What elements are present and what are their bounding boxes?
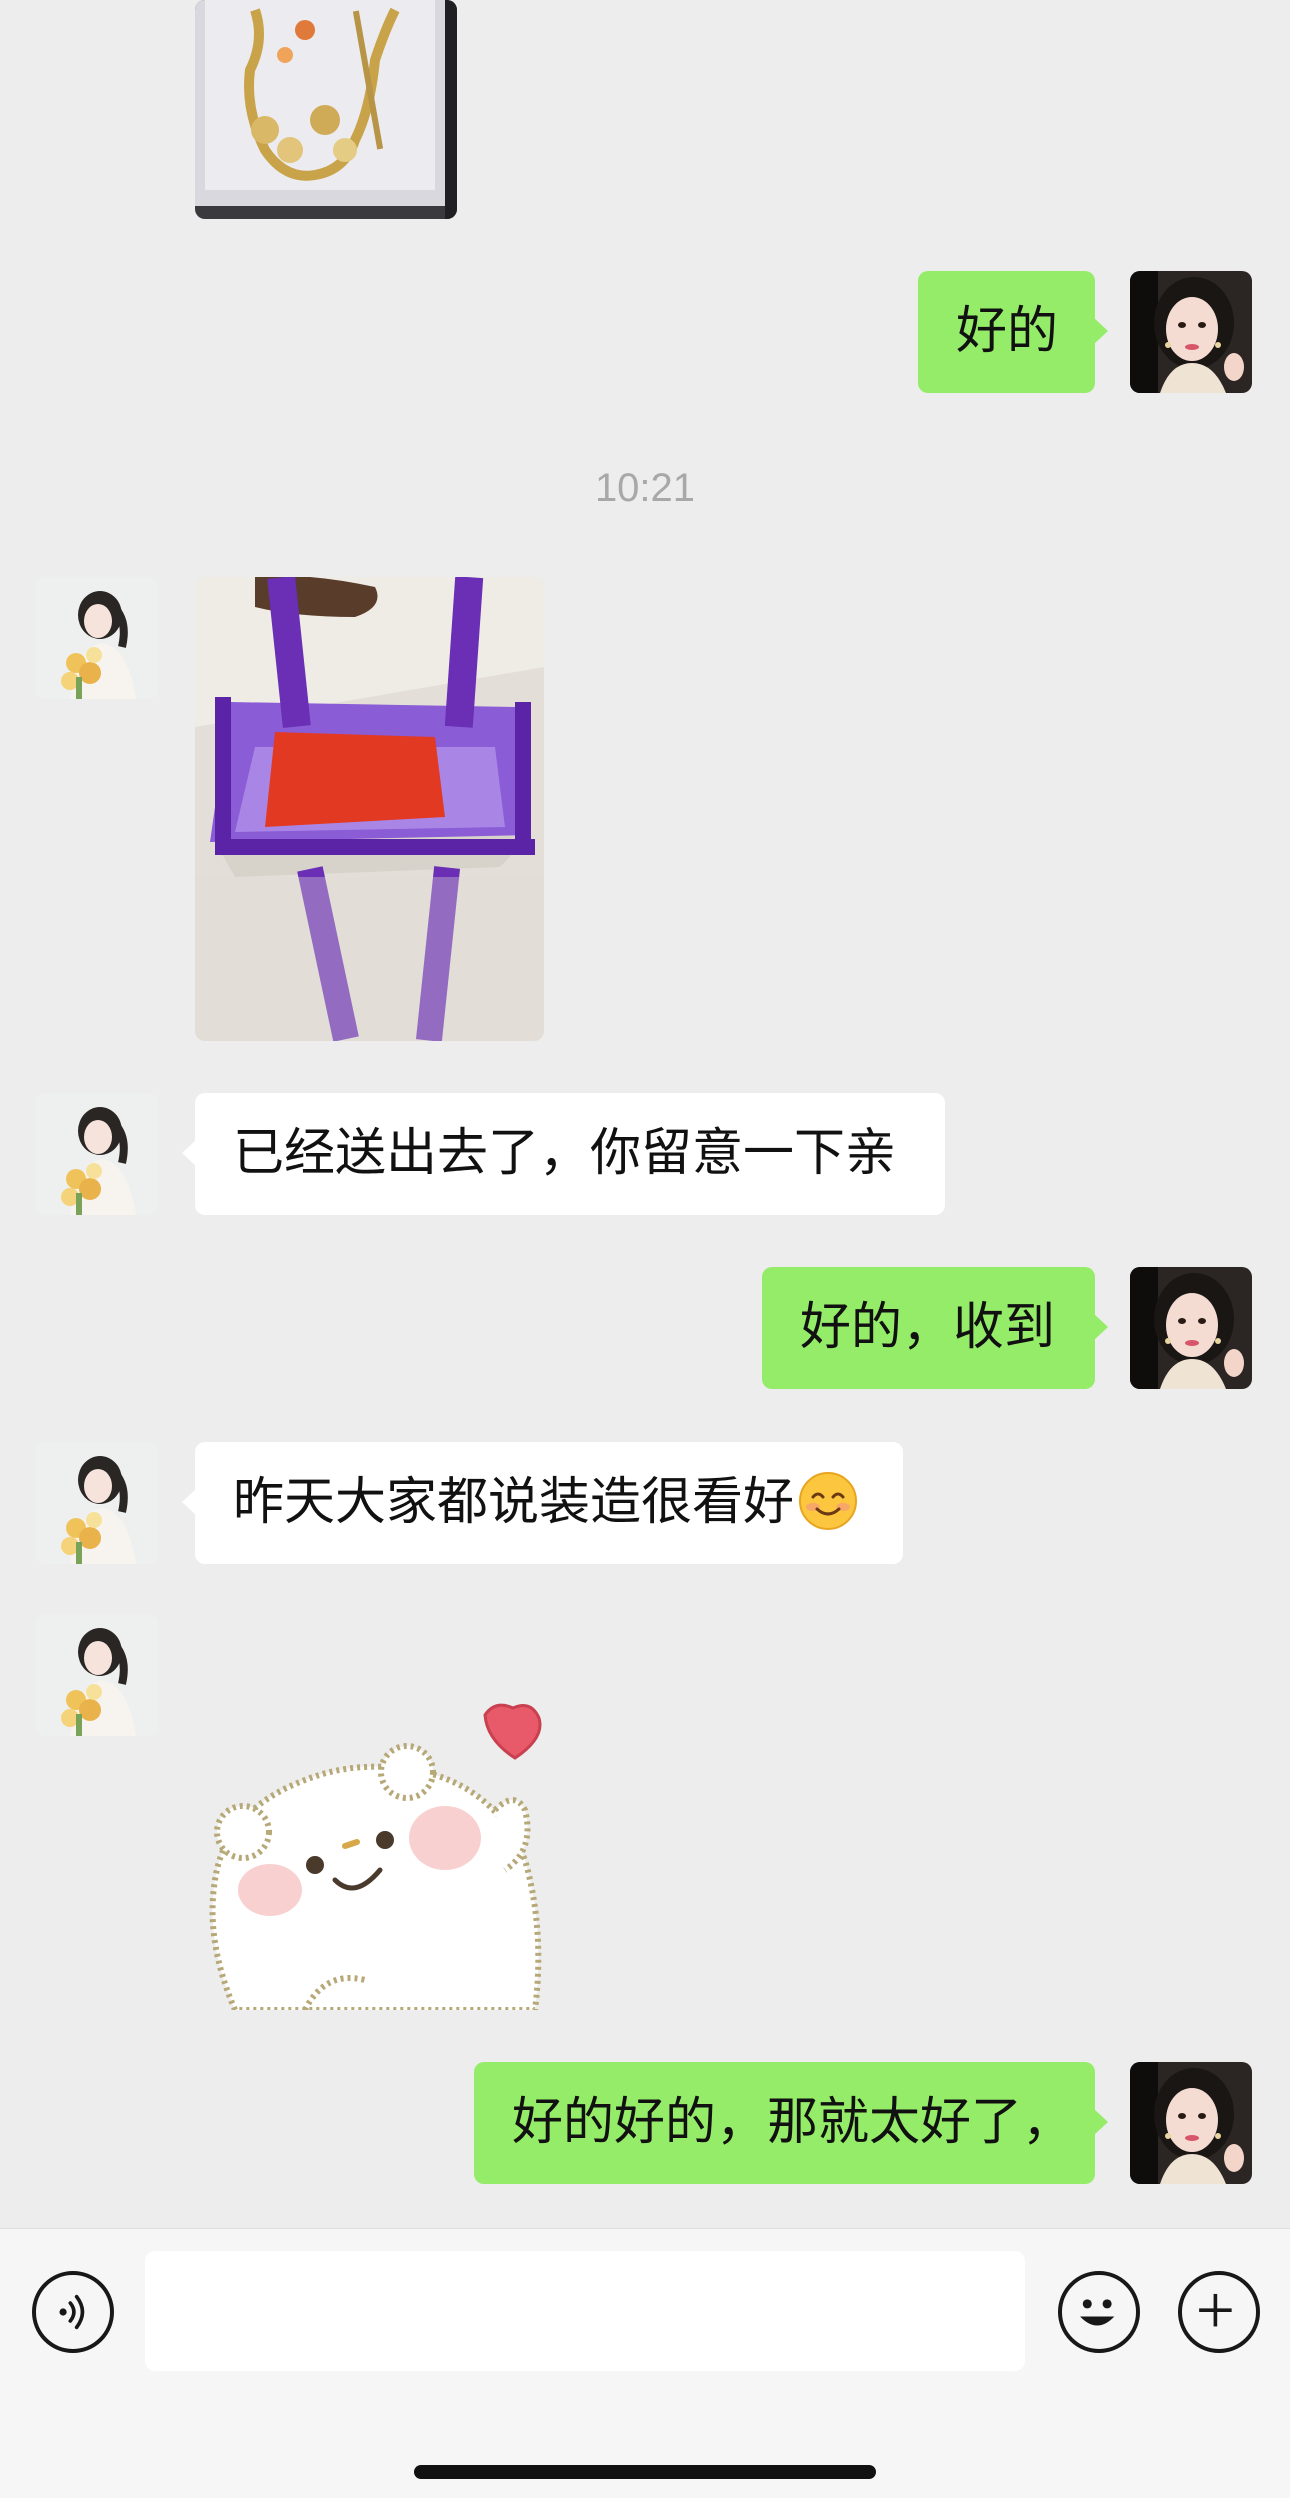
message-input[interactable] <box>145 2251 1025 2371</box>
my-message-bubble[interactable]: 好的，收到 <box>762 1267 1108 1389</box>
voice-icon[interactable] <box>32 2271 114 2353</box>
emoji-icon[interactable] <box>1058 2271 1140 2353</box>
contact-avatar[interactable] <box>36 1614 158 1736</box>
plus-icon[interactable] <box>1178 2271 1260 2353</box>
message-text: 好的好的，那就太好了， <box>512 2093 1074 2152</box>
home-indicator[interactable] <box>414 2465 876 2479</box>
contact-message-bubble[interactable]: 昨天大家都说装造很看好 <box>182 1442 903 1564</box>
bag-image-message[interactable] <box>195 577 544 1041</box>
message-text: 昨天大家都说装造很看好 <box>233 1473 795 1532</box>
my-message-bubble[interactable]: 好的好的，那就太好了， <box>474 2062 1108 2184</box>
message-text: 好的，收到 <box>800 1298 1056 1357</box>
message-text: 已经送出去了，你留意一下亲 <box>233 1124 897 1183</box>
contact-avatar[interactable] <box>36 1093 158 1215</box>
bear-sticker-message[interactable] <box>195 1700 575 2010</box>
chat-screen: 好的 10:21 已经送出去了，你留意一下亲 好的，收到 昨天大家都说装造很看好… <box>0 0 1290 2498</box>
my-avatar[interactable] <box>1130 2062 1252 2184</box>
chat-input-bar <box>0 2228 1290 2498</box>
message-text: 好的 <box>956 302 1059 361</box>
message-timestamp: 10:21 <box>594 466 696 510</box>
contact-avatar[interactable] <box>36 577 158 699</box>
my-avatar[interactable] <box>1130 271 1252 393</box>
my-message-bubble[interactable]: 好的 <box>918 271 1108 393</box>
contact-avatar[interactable] <box>36 1442 158 1564</box>
smiling-face-icon <box>799 1472 858 1530</box>
jewelry-image-message[interactable] <box>195 0 457 219</box>
my-avatar[interactable] <box>1130 1267 1252 1389</box>
contact-message-bubble[interactable]: 已经送出去了，你留意一下亲 <box>182 1093 945 1215</box>
